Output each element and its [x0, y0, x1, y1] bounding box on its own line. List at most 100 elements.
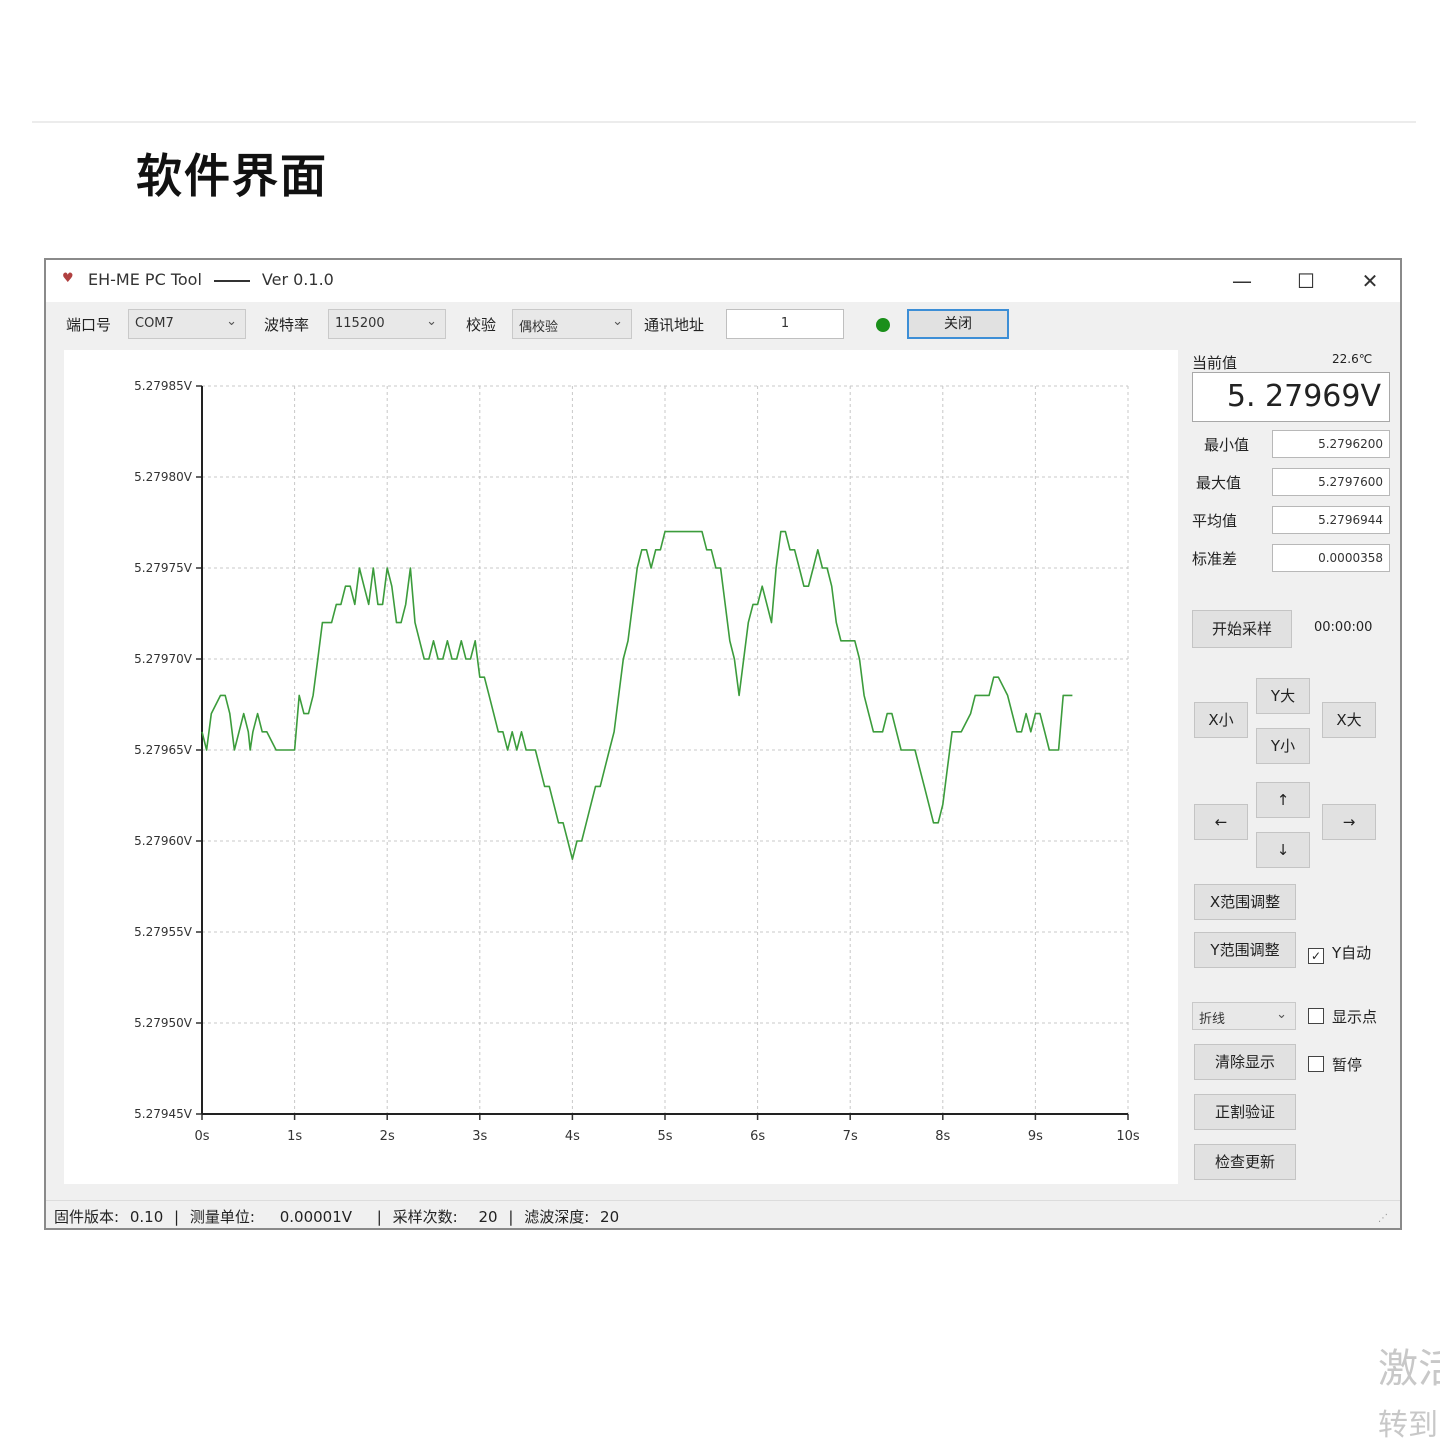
check-update-button[interactable]: 检查更新: [1194, 1144, 1296, 1180]
chevron-down-icon: ⌄: [1276, 1007, 1287, 1022]
stat-value-max: 5.2797600: [1272, 468, 1390, 496]
app-icon: ♥: [62, 271, 74, 286]
window-version: Ver 0.1.0: [261, 270, 334, 289]
calibrate-button[interactable]: 正割验证: [1194, 1094, 1296, 1130]
temperature-readout: 22.6℃: [1332, 352, 1373, 366]
title-bar[interactable]: ♥ EH-ME PC Tool Ver 0.1.0 — ☐ ✕: [46, 260, 1400, 302]
maximize-button[interactable]: ☐: [1286, 266, 1326, 296]
baud-label: 波特率: [264, 316, 310, 334]
pan-up-button[interactable]: ↑: [1256, 782, 1310, 818]
port-select[interactable]: COM7 ⌄: [128, 309, 246, 339]
arrow-right-icon: →: [1342, 813, 1356, 831]
activation-watermark-line1: 激活: [1378, 1346, 1440, 1392]
parity-label: 校验: [466, 316, 497, 334]
arrow-down-icon: ↓: [1276, 841, 1290, 859]
samples-label: 采样次数:: [392, 1208, 458, 1226]
x-tick-label: 4s: [565, 1129, 580, 1144]
arrow-left-icon: ←: [1214, 813, 1228, 831]
page: 软件界面 ♥ EH-ME PC Tool Ver 0.1.0 — ☐ ✕ 端口号 …: [0, 0, 1440, 1440]
clear-display-button[interactable]: 清除显示: [1194, 1044, 1296, 1080]
y-tick-label: 5.27945V: [134, 1107, 193, 1121]
chart-type-value: 折线: [1199, 1012, 1226, 1027]
baud-select[interactable]: 115200 ⌄: [328, 309, 446, 339]
x-tick-label: 3s: [472, 1129, 487, 1144]
sampling-timer: 00:00:00: [1314, 620, 1373, 635]
stat-label-avg: 平均值: [1192, 512, 1238, 530]
resize-grip-icon[interactable]: ⋰: [1378, 1213, 1388, 1224]
filter-label: 滤波深度:: [524, 1208, 590, 1226]
samples-value: 20: [478, 1208, 498, 1226]
x-tick-label: 5s: [657, 1129, 672, 1144]
x-zoom-out-button[interactable]: X小: [1194, 702, 1248, 738]
parity-select[interactable]: 偶校验 ⌄: [512, 309, 632, 339]
fw-label: 固件版本:: [54, 1208, 120, 1226]
x-range-button[interactable]: X范围调整: [1194, 884, 1296, 920]
stat-label-std: 标准差: [1192, 550, 1238, 568]
x-tick-label: 8s: [935, 1129, 950, 1144]
activation-watermark-line2: 转到: [1378, 1408, 1438, 1440]
y-tick-label: 5.27960V: [134, 834, 193, 848]
y-range-button[interactable]: Y范围调整: [1194, 932, 1296, 968]
stat-value-std: 0.0000358: [1272, 544, 1390, 572]
show-points-label: 显示点: [1332, 1008, 1378, 1026]
y-tick-label: 5.27975V: [134, 561, 193, 575]
parity-select-value: 偶校验: [519, 320, 559, 335]
status-bar: 固件版本: 0.10 | 测量单位: 0.00001V | 采样次数: 20 |…: [46, 1200, 1400, 1228]
unit-value: 0.00001V: [279, 1208, 353, 1226]
voltage-series-line: [201, 530, 1073, 861]
arrow-up-icon: ↑: [1276, 791, 1290, 809]
y-tick-label: 5.27980V: [134, 470, 193, 484]
current-value-display: 5. 27969V: [1192, 372, 1390, 422]
pan-down-button[interactable]: ↓: [1256, 832, 1310, 868]
x-zoom-in-button[interactable]: X大: [1322, 702, 1376, 738]
start-sampling-button[interactable]: 开始采样: [1192, 610, 1292, 648]
current-value-label: 当前值: [1192, 354, 1238, 372]
address-label: 通讯地址: [644, 316, 705, 334]
show-points-toggle[interactable]: 显示点: [1308, 1006, 1377, 1027]
fw-value: 0.10: [129, 1208, 164, 1226]
voltage-chart[interactable]: 0s 1s 2s 3s 4s 5s 6s 7s 8s 9s 10s 5.27985V 5.27980V 5…: [64, 350, 1178, 1184]
chart-area[interactable]: 0s 1s 2s 3s 4s 5s 6s 7s 8s 9s 10s 5.27985V 5.27980V 5…: [64, 350, 1178, 1184]
window-title: EH-ME PC Tool Ver 0.1.0: [88, 270, 334, 289]
address-input[interactable]: 1: [726, 309, 844, 339]
port-select-value: COM7: [135, 316, 174, 331]
connect-toggle-button[interactable]: 关闭: [907, 309, 1009, 339]
stat-label-max: 最大值: [1196, 474, 1242, 492]
y-auto-toggle[interactable]: ✓ Y自动: [1308, 942, 1371, 964]
pause-checkbox[interactable]: [1308, 1056, 1324, 1072]
y-zoom-in-button[interactable]: Y大: [1256, 678, 1310, 714]
status-separator: |: [174, 1208, 180, 1226]
pause-toggle[interactable]: 暂停: [1308, 1054, 1362, 1075]
connection-status-dot: [876, 318, 890, 332]
pause-label: 暂停: [1332, 1056, 1363, 1074]
x-tick-label: 2s: [380, 1129, 395, 1144]
page-heading: 软件界面: [136, 149, 328, 203]
y-tick-label: 5.27985V: [134, 379, 193, 393]
chevron-down-icon: ⌄: [426, 314, 437, 329]
x-tick-label: 7s: [843, 1129, 858, 1144]
stat-value-min: 5.2796200: [1272, 430, 1390, 458]
chevron-down-icon: ⌄: [226, 314, 237, 329]
y-zoom-out-button[interactable]: Y小: [1256, 728, 1310, 764]
chart-type-select[interactable]: 折线 ⌄: [1192, 1002, 1296, 1030]
x-tick-label: 6s: [750, 1129, 765, 1144]
stat-label-min: 最小值: [1204, 436, 1250, 454]
y-auto-label: Y自动: [1332, 944, 1372, 962]
window-title-text: EH-ME PC Tool: [88, 270, 202, 289]
y-auto-checkbox[interactable]: ✓: [1308, 948, 1324, 964]
filter-value: 20: [600, 1208, 620, 1226]
show-points-checkbox[interactable]: [1308, 1008, 1324, 1024]
title-dash: [213, 279, 250, 282]
stat-value-avg: 5.2796944: [1272, 506, 1390, 534]
baud-select-value: 115200: [335, 316, 385, 331]
pan-right-button[interactable]: →: [1322, 804, 1376, 840]
y-tick-label: 5.27955V: [134, 925, 193, 939]
close-button[interactable]: ✕: [1350, 266, 1390, 296]
x-tick-label: 9s: [1028, 1129, 1043, 1144]
y-tick-label: 5.27950V: [134, 1016, 193, 1030]
app-window: ♥ EH-ME PC Tool Ver 0.1.0 — ☐ ✕ 端口号 COM7 …: [44, 258, 1402, 1230]
x-tick-label: 0s: [194, 1129, 209, 1144]
y-tick-label: 5.27965V: [134, 743, 193, 757]
pan-left-button[interactable]: ←: [1194, 804, 1248, 840]
minimize-button[interactable]: —: [1222, 266, 1262, 296]
